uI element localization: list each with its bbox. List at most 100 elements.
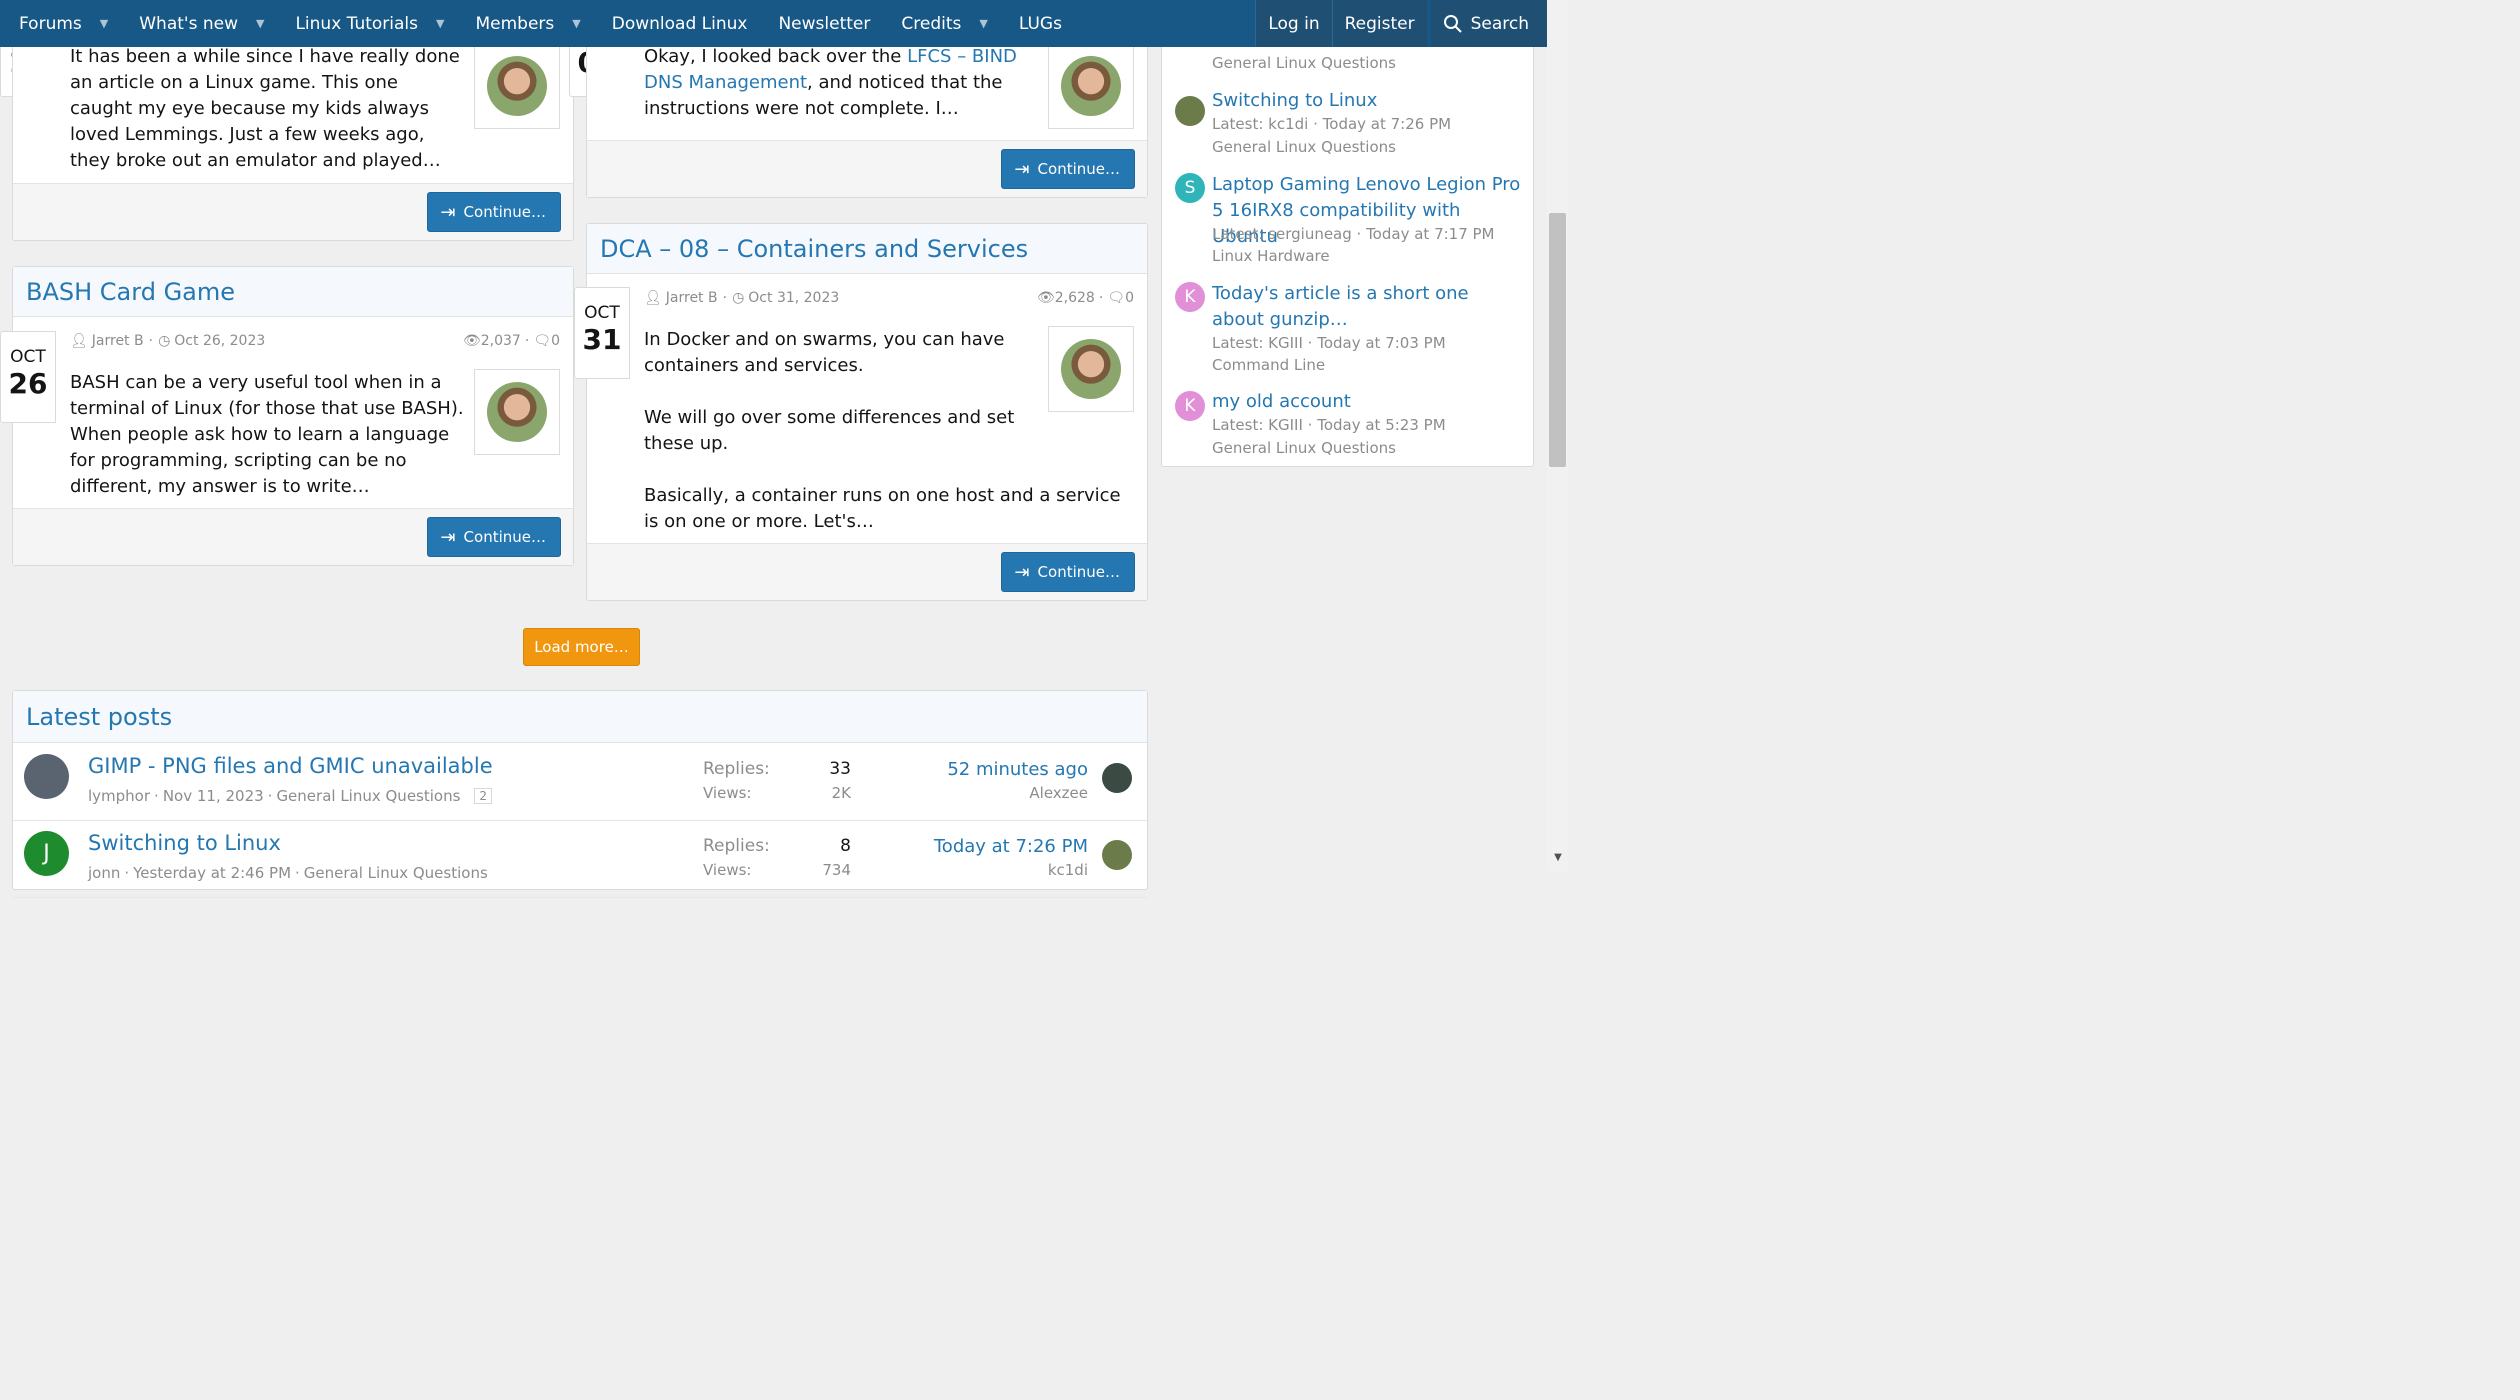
- post-title[interactable]: Switching to Linux: [88, 831, 281, 855]
- login-button[interactable]: Log in: [1255, 0, 1331, 47]
- nav-label: Forums: [19, 13, 82, 34]
- author-photo: [1061, 56, 1121, 116]
- post-forum[interactable]: General Linux Questions: [276, 787, 460, 805]
- thread-forum[interactable]: General Linux Questions: [1212, 437, 1396, 459]
- date-day: 26: [8, 367, 48, 400]
- post-forum[interactable]: General Linux Questions: [304, 864, 488, 882]
- article-date: Oct 31, 2023: [748, 290, 840, 306]
- article-paragraph: In Docker and on swarms, you can have co…: [644, 329, 1005, 376]
- replies-label: Replies:: [703, 836, 770, 856]
- date-month: OCT: [584, 303, 620, 323]
- post-meta: lymphor · Nov 11, 2023 · General Linux Q…: [88, 787, 493, 805]
- thread-latest: Latest: kc1di · Today at 7:26 PM: [1212, 115, 1452, 133]
- article-author[interactable]: Jarret B: [666, 290, 718, 306]
- avatar[interactable]: [1175, 96, 1205, 126]
- last-post-user[interactable]: kc1di: [1048, 861, 1088, 879]
- article-footer: ⇥ Continue…: [587, 543, 1147, 600]
- comments-icon: 🗨︎: [1107, 290, 1126, 306]
- article-excerpt: BASH can be a very useful tool when in a…: [70, 372, 464, 497]
- article-footer: ⇥ Continue…: [587, 140, 1147, 197]
- article-author[interactable]: Jarret B: [92, 333, 144, 349]
- date-month: OCT: [10, 347, 46, 367]
- chevron-down-icon[interactable]: ▼: [256, 17, 264, 30]
- last-poster-avatar[interactable]: [1102, 840, 1132, 870]
- avatar[interactable]: J: [24, 831, 69, 876]
- view-count: 2,628: [1054, 290, 1095, 306]
- post-author[interactable]: lymphor: [88, 787, 150, 805]
- article-thumbnail[interactable]: [474, 369, 560, 455]
- separator: ·: [267, 787, 273, 805]
- nav-whats-new[interactable]: What's new ▼: [120, 0, 276, 47]
- load-more-button[interactable]: Load more…: [523, 628, 640, 666]
- article-thumbnail[interactable]: [1048, 43, 1134, 129]
- chevron-down-icon[interactable]: ▼: [572, 17, 580, 30]
- views-count: 734: [822, 861, 851, 879]
- sign-in-arrow-icon: ⇥: [440, 526, 456, 548]
- search-label: Search: [1470, 13, 1529, 34]
- article-stats: 👁︎ 2,037 · 🗨︎ 0: [463, 333, 560, 349]
- table-row: J Switching to Linux jonn · Yesterday at…: [13, 820, 1147, 898]
- thread-forum[interactable]: General Linux Questions: [1212, 52, 1396, 74]
- continue-button[interactable]: ⇥ Continue…: [427, 192, 561, 232]
- post-author[interactable]: jonn: [88, 864, 120, 882]
- article-title[interactable]: BASH Card Game: [13, 267, 573, 317]
- continue-button[interactable]: ⇥ Continue…: [1001, 552, 1135, 592]
- last-poster-avatar[interactable]: [1102, 763, 1132, 793]
- thread-title[interactable]: Today's article is a short one about gun…: [1212, 281, 1522, 333]
- views-count: 2K: [831, 784, 851, 802]
- nav-lugs[interactable]: LUGs: [1000, 0, 1074, 47]
- thread-title[interactable]: Switching to Linux: [1212, 88, 1522, 114]
- nav-download-linux[interactable]: Download Linux: [593, 0, 760, 47]
- article-date-tab: OCT 31: [574, 287, 630, 379]
- continue-button[interactable]: ⇥ Continue…: [427, 517, 561, 557]
- post-date[interactable]: Nov 11, 2023: [163, 787, 264, 805]
- avatar[interactable]: K: [1175, 282, 1205, 312]
- chevron-down-icon[interactable]: ▼: [436, 17, 444, 30]
- separator: ·: [722, 290, 728, 306]
- excerpt-text: Okay, I looked back over the: [644, 46, 908, 67]
- avatar[interactable]: S: [1175, 173, 1205, 203]
- article-title[interactable]: DCA – 08 – Containers and Services: [587, 224, 1147, 274]
- latest-posts-heading[interactable]: Latest posts: [13, 691, 1147, 743]
- nav-label: Linux Tutorials: [295, 13, 419, 34]
- avatar[interactable]: K: [1175, 391, 1205, 421]
- avatar[interactable]: [24, 754, 69, 799]
- continue-label: Continue…: [463, 203, 546, 221]
- search-button[interactable]: Search: [1430, 0, 1547, 47]
- post-date[interactable]: Yesterday at 2:46 PM: [133, 864, 291, 882]
- separator: ·: [154, 787, 159, 805]
- continue-button[interactable]: ⇥ Continue…: [1001, 149, 1135, 189]
- thread-latest: Latest: KGIII · Today at 7:03 PM: [1212, 334, 1446, 352]
- article-footer: ⇥ Continue…: [13, 508, 573, 565]
- register-button[interactable]: Register: [1331, 0, 1427, 47]
- chevron-down-icon[interactable]: ▼: [979, 17, 987, 30]
- nav-linux-tutorials[interactable]: Linux Tutorials ▼: [276, 0, 456, 47]
- scrollbar-thumb[interactable]: [1549, 213, 1566, 467]
- thread-title[interactable]: my old account: [1212, 389, 1522, 415]
- latest-posts-block: Latest posts GIMP - PNG files and GMIC u…: [12, 690, 1148, 898]
- thread-forum[interactable]: General Linux Questions: [1212, 136, 1396, 158]
- article-thumbnail[interactable]: [474, 43, 560, 129]
- nav-newsletter[interactable]: Newsletter: [759, 0, 882, 47]
- nav-members[interactable]: Members ▼: [456, 0, 592, 47]
- thread-forum[interactable]: Command Line: [1212, 354, 1325, 376]
- comment-count: 0: [1125, 290, 1134, 306]
- article-card: Okay, I looked back over the LFCS – BIND…: [586, 40, 1148, 198]
- last-post-time[interactable]: Today at 7:26 PM: [934, 836, 1088, 857]
- chevron-down-icon[interactable]: ▼: [100, 17, 108, 30]
- views-label: Views:: [703, 784, 752, 802]
- post-title[interactable]: GIMP - PNG files and GMIC unavailable: [88, 754, 493, 778]
- last-post-user[interactable]: Alexzee: [1029, 784, 1088, 802]
- article-thumbnail[interactable]: [1048, 326, 1134, 412]
- article-excerpt: Okay, I looked back over the LFCS – BIND…: [644, 44, 1036, 122]
- separator: ·: [148, 333, 154, 349]
- thread-forum[interactable]: Linux Hardware: [1212, 245, 1330, 267]
- user-icon: 👤︎: [70, 333, 88, 349]
- view-count: 2,037: [480, 333, 521, 349]
- separator: ·: [124, 864, 130, 882]
- scroll-down-arrow-icon[interactable]: ▼: [1551, 852, 1565, 863]
- nav-credits[interactable]: Credits ▼: [882, 0, 999, 47]
- page-jump[interactable]: 2: [474, 788, 493, 804]
- last-post-time[interactable]: 52 minutes ago: [947, 759, 1088, 780]
- nav-forums[interactable]: Forums ▼: [0, 0, 120, 47]
